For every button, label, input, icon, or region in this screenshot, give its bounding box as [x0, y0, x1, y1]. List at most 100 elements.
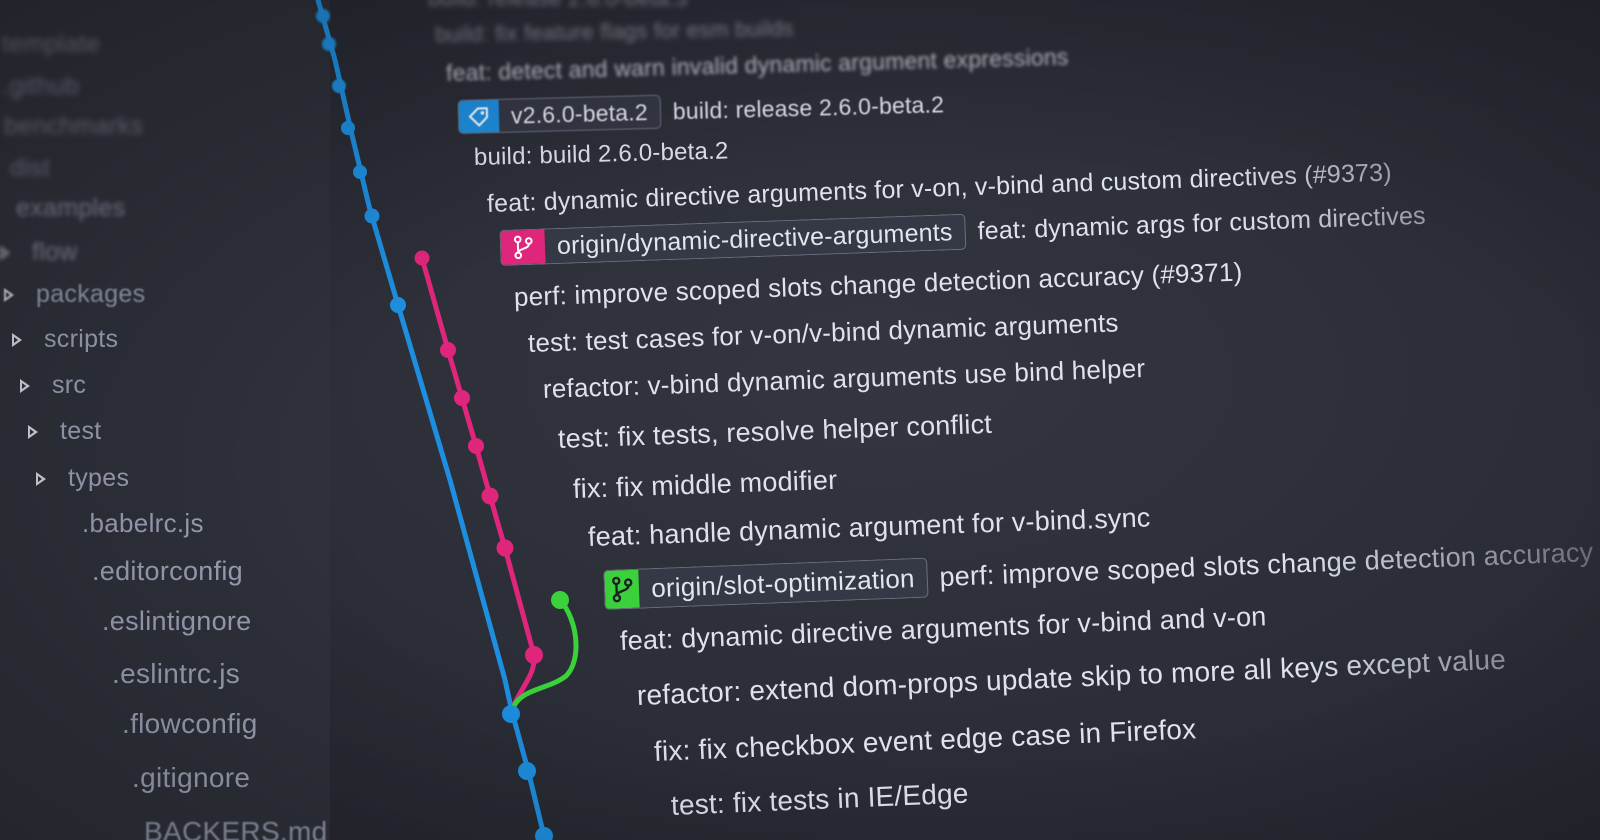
commit-row[interactable]: test: test cases for v-on/v-bind dynamic…: [527, 307, 1119, 359]
commit-row[interactable]: feat: handle dynamic argument for v-bind…: [587, 502, 1151, 553]
tree-item-label: src: [52, 371, 87, 399]
commit-node[interactable]: [364, 208, 380, 224]
tree-item-packages[interactable]: packages: [4, 280, 145, 309]
caret-right-icon[interactable]: [28, 424, 38, 439]
tree-item-label: .gitignore: [132, 762, 251, 793]
commit-node[interactable]: [496, 539, 514, 557]
commit-message: build: release 2.6.0-beta.3: [428, 0, 688, 12]
commit-message: feat: handle dynamic argument for v-bind…: [587, 502, 1151, 552]
commit-message: refactor: v-bind dynamic arguments use b…: [542, 352, 1146, 404]
tree-item-benchmarks[interactable]: benchmarks: [4, 112, 143, 141]
commit-node[interactable]: [353, 165, 367, 179]
commit-message: feat: detect and warn invalid dynamic ar…: [445, 43, 1069, 86]
commit-message: feat: dynamic args for custom directives: [977, 201, 1427, 245]
commit-message: build: fix feature flags for esm builds: [434, 15, 794, 47]
commit-message: perf: improve scoped slots change detect…: [938, 536, 1594, 592]
commit-row[interactable]: perf: improve scoped slots change detect…: [513, 257, 1242, 313]
commit-message: perf: improve scoped slots change detect…: [513, 256, 1243, 312]
commit-node[interactable]: [322, 37, 336, 51]
commit-row[interactable]: build: build 2.6.0-beta.2: [474, 137, 729, 172]
commit-row[interactable]: build: release 2.6.0-beta.3: [428, 0, 688, 12]
tree-item-label: .eslintignore: [102, 606, 252, 636]
branch-badge[interactable]: origin/slot-optimization: [603, 557, 929, 610]
tree-item-label: .eslintrc.js: [112, 658, 241, 689]
tree-item-label: test: [60, 417, 102, 445]
commit-message: test: fix tests, resolve helper conflict: [557, 408, 993, 454]
commit-node[interactable]: [502, 705, 520, 723]
caret-right-icon[interactable]: [4, 287, 14, 302]
tree-item-babelrc[interactable]: .babelrc.js: [82, 508, 204, 539]
branch-line-dynamic-directive: [419, 255, 537, 713]
tree-item-label: examples: [16, 194, 126, 222]
tree-item-label: BACKERS.md: [144, 816, 328, 840]
tree-item-template[interactable]: template: [2, 30, 100, 59]
branch-label: origin/slot-optimization: [650, 562, 916, 603]
tree-item-label: types: [68, 464, 130, 492]
branch-badge[interactable]: origin/dynamic-directive-arguments: [499, 213, 967, 266]
tree-item-label: dist: [10, 154, 51, 182]
commit-message: test: test cases for v-on/v-bind dynamic…: [527, 307, 1120, 358]
file-tree-sidebar: template .github benchmarks dist example…: [0, 0, 330, 840]
commit-row[interactable]: refactor: extend dom-props update skip t…: [636, 640, 1587, 712]
commit-message: feat: dynamic directive arguments for v-…: [619, 601, 1267, 656]
commit-node[interactable]: [332, 79, 346, 93]
commit-node[interactable]: [454, 390, 470, 406]
commit-row[interactable]: fix: fix middle modifier: [572, 465, 837, 505]
commit-node[interactable]: [551, 591, 569, 609]
tree-item-label: benchmarks: [4, 112, 144, 140]
tree-item-test[interactable]: test: [28, 417, 102, 446]
tree-item-eslintignore[interactable]: .eslintignore: [102, 606, 252, 637]
tree-item-gitignore[interactable]: .gitignore: [132, 762, 250, 794]
tag-badge[interactable]: v2.6.0-beta.2: [457, 94, 662, 134]
commit-message: build: release 2.6.0-beta.2: [672, 90, 945, 124]
tree-item-label: packages: [36, 280, 146, 308]
tree-item-examples[interactable]: examples: [16, 194, 125, 223]
tree-item-src[interactable]: src: [20, 371, 86, 400]
commit-message: build: build 2.6.0-beta.2: [473, 137, 729, 171]
commit-message: refactor: extend dom-props update skip t…: [636, 643, 1507, 711]
tree-item-scripts[interactable]: scripts: [12, 325, 118, 354]
tree-item-label: .flowconfig: [122, 708, 258, 739]
commit-node[interactable]: [341, 121, 355, 135]
git-client-window: template .github benchmarks dist example…: [0, 0, 1600, 840]
tree-item-flowconfig[interactable]: .flowconfig: [122, 708, 258, 740]
commit-row[interactable]: feat: detect and warn invalid dynamic ar…: [446, 44, 1069, 87]
tree-item-github[interactable]: .github: [2, 72, 79, 101]
commit-node[interactable]: [535, 827, 553, 840]
commit-node[interactable]: [390, 297, 406, 313]
tree-item-label: .github: [2, 72, 80, 100]
tag-icon: [458, 99, 500, 133]
commit-row[interactable]: refactor: v-bind dynamic arguments use b…: [542, 353, 1145, 405]
commit-node[interactable]: [316, 9, 330, 23]
commit-message: test: fix tests in IE/Edge: [670, 777, 970, 821]
commit-message: fix: fix middle modifier: [572, 464, 838, 504]
caret-right-icon[interactable]: [20, 378, 30, 393]
commit-node[interactable]: [518, 762, 536, 780]
commit-row[interactable]: v2.6.0-beta.2 build: release 2.6.0-beta.…: [457, 87, 945, 134]
commit-node[interactable]: [525, 646, 543, 664]
commit-node[interactable]: [440, 342, 456, 358]
tree-item-eslintrc[interactable]: .eslintrc.js: [112, 658, 240, 690]
commit-node[interactable]: [468, 438, 484, 454]
tree-item-backers[interactable]: BACKERS.md: [144, 816, 328, 840]
commit-row[interactable]: fix: fix checkbox event edge case in Fir…: [653, 697, 1594, 768]
tree-item-label: .editorconfig: [92, 556, 243, 586]
git-branch-icon: [604, 569, 640, 609]
tree-item-flow[interactable]: flow: [0, 238, 78, 267]
tag-label: v2.6.0-beta.2: [510, 98, 649, 129]
tree-item-label: flow: [32, 238, 78, 266]
tree-item-editorconfig[interactable]: .editorconfig: [92, 556, 243, 587]
git-branch-icon: [500, 229, 546, 265]
tree-item-types[interactable]: types: [36, 464, 129, 493]
commit-row[interactable]: test: fix tests in IE/Edge: [670, 778, 969, 822]
caret-right-icon[interactable]: [36, 471, 46, 486]
commit-message: fix: fix checkbox event edge case in Fir…: [653, 713, 1197, 767]
branch-label: origin/dynamic-directive-arguments: [556, 217, 954, 260]
commit-row[interactable]: test: fix tests, resolve helper conflict: [557, 409, 992, 455]
caret-right-icon[interactable]: [0, 245, 10, 260]
commit-row[interactable]: build: fix feature flags for esm builds: [435, 16, 794, 48]
commit-node[interactable]: [481, 487, 499, 505]
commit-node[interactable]: [414, 250, 430, 266]
caret-right-icon[interactable]: [12, 332, 22, 347]
tree-item-dist[interactable]: dist: [10, 154, 50, 183]
